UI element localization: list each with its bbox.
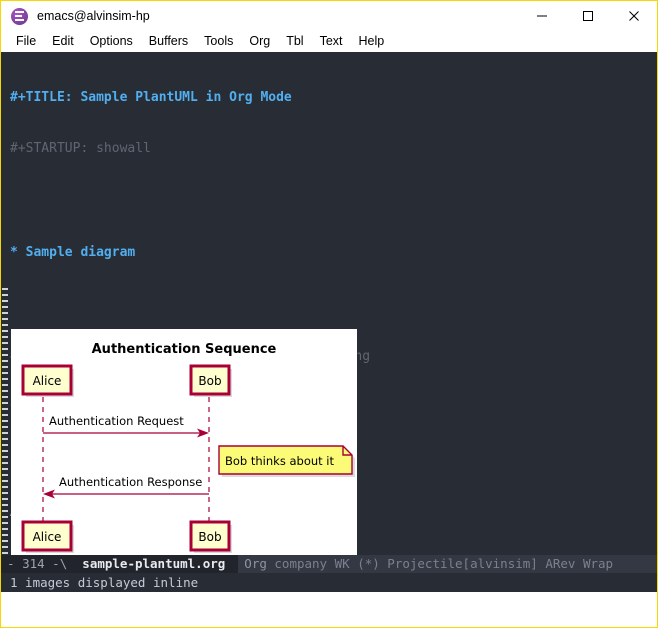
participant-label: Bob [198, 530, 221, 544]
title-bar: emacs@alvinsim-hp [1, 1, 657, 31]
close-button[interactable] [611, 1, 657, 31]
message-label: Authentication Response [59, 475, 202, 489]
window-controls [519, 1, 657, 31]
menu-item-tools[interactable]: Tools [196, 31, 241, 52]
minor-modes: company WK (*) Projectile[alvinsim] ARev… [274, 556, 613, 571]
uml-svg: Authentication Sequence Alice Bob [11, 329, 357, 563]
menu-item-options[interactable]: Options [82, 31, 141, 52]
participant-label: Alice [33, 374, 62, 388]
participant-label: Bob [198, 374, 221, 388]
buffer-line: * Sample diagram [10, 244, 370, 261]
plantuml-sequence-diagram: Authentication Sequence Alice Bob [11, 329, 357, 563]
emacs-window: emacs@alvinsim-hp File Edit [0, 0, 658, 628]
emacs-icon [11, 8, 28, 25]
menu-bar: File Edit Options Buffers Tools Org Tbl … [1, 31, 657, 52]
mode-line-position: - 314 -\ [1, 555, 82, 573]
participant-label: Alice [33, 530, 62, 544]
diagram-title: Authentication Sequence [92, 342, 277, 357]
note-bob-thinks-about-it: Bob thinks about it [219, 446, 355, 477]
mode-line[interactable]: - 314 -\ sample-plantuml.org Org company… [1, 555, 657, 573]
participant-alice-top: Alice [23, 366, 74, 397]
left-fringe [1, 52, 9, 592]
close-icon [628, 10, 640, 22]
minimize-icon [536, 10, 548, 22]
buffer-line: #+STARTUP: showall [10, 140, 370, 157]
message-label: Authentication Request [49, 414, 184, 428]
buffer-line [10, 192, 370, 209]
fringe-continuation-marks [2, 288, 8, 578]
maximize-icon [582, 10, 594, 22]
note-label: Bob thinks about it [225, 454, 334, 468]
buffer-line [10, 296, 370, 313]
menu-item-help[interactable]: Help [351, 31, 393, 52]
minimize-button[interactable] [519, 1, 565, 31]
mode-line-modes: Org company WK (*) Projectile[alvinsim] … [238, 555, 657, 573]
major-mode: Org [244, 556, 267, 571]
window-title: emacs@alvinsim-hp [37, 9, 150, 23]
participant-bob-bottom: Bob [191, 522, 232, 553]
mode-line-buffer-name[interactable]: sample-plantuml.org [82, 555, 229, 573]
participant-bob-top: Bob [191, 366, 232, 397]
editor-buffer[interactable]: #+TITLE: Sample PlantUML in Org Mode #+S… [1, 52, 657, 592]
menu-item-file[interactable]: File [8, 31, 44, 52]
menu-item-text[interactable]: Text [312, 31, 351, 52]
mode-line-separator-icon [229, 555, 238, 573]
maximize-button[interactable] [565, 1, 611, 31]
participant-alice-bottom: Alice [23, 522, 74, 553]
echo-area: 1 images displayed inline [1, 573, 657, 592]
menu-item-org[interactable]: Org [241, 31, 278, 52]
menu-item-tbl[interactable]: Tbl [278, 31, 311, 52]
buffer-line: #+TITLE: Sample PlantUML in Org Mode [10, 89, 370, 106]
menu-item-buffers[interactable]: Buffers [141, 31, 196, 52]
menu-item-edit[interactable]: Edit [44, 31, 82, 52]
